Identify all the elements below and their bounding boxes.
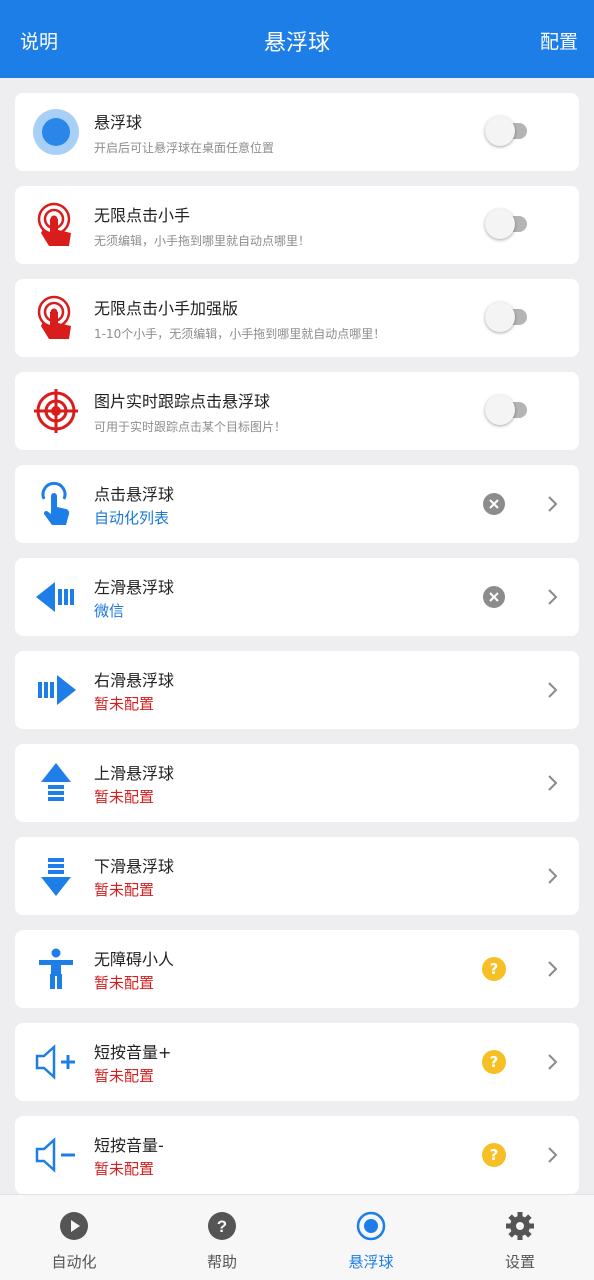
tap-hand-icon xyxy=(33,202,79,248)
chevron-right-icon xyxy=(545,772,559,794)
item-title: 上滑悬浮球 xyxy=(94,764,175,783)
swipe-up-card[interactable]: 上滑悬浮球 暂未配置 xyxy=(15,744,579,822)
question-icon[interactable]: ? xyxy=(482,1050,506,1074)
config-button[interactable]: 配置 xyxy=(540,27,578,54)
item-title: 短按音量+ xyxy=(94,1043,172,1062)
image-tracking-card[interactable]: 图片实时跟踪点击悬浮球 可用于实时跟踪点击某个目标图片！ xyxy=(15,372,579,450)
tab-floating-ball[interactable]: 悬浮球 xyxy=(297,1195,445,1280)
item-title: 无限点击小手 xyxy=(94,206,191,225)
item-subtitle: 无须编辑，小手拖到哪里就自动点哪里！ xyxy=(94,234,311,248)
item-title: 图片实时跟踪点击悬浮球 xyxy=(94,392,271,411)
tap-hand-card[interactable]: 无限点击小手 无须编辑，小手拖到哪里就自动点哪里！ xyxy=(15,186,579,264)
swipe-right-card[interactable]: 右滑悬浮球 暂未配置 xyxy=(15,651,579,729)
item-subtitle: 微信 xyxy=(94,602,125,620)
item-title: 无限点击小手加强版 xyxy=(94,299,239,318)
item-subtitle: 暂未配置 xyxy=(94,1160,155,1178)
tap-ball-card[interactable]: 点击悬浮球 自动化列表 xyxy=(15,465,579,543)
tap-hand-toggle[interactable] xyxy=(485,209,529,239)
arrow-right-icon xyxy=(33,667,79,713)
settings-list: 悬浮球 开启后可让悬浮球在桌面任意位置 无限点击小手 无须编辑，小手拖到哪里就自… xyxy=(15,93,579,1209)
item-title: 右滑悬浮球 xyxy=(94,671,175,690)
question-icon[interactable]: ? xyxy=(482,957,506,981)
tab-label: 设置 xyxy=(504,1253,535,1271)
tab-label: 自动化 xyxy=(51,1253,97,1271)
chevron-right-icon xyxy=(545,586,559,608)
page-title: 悬浮球 xyxy=(263,31,330,56)
item-subtitle: 暂未配置 xyxy=(94,788,155,806)
floating-ball-icon xyxy=(33,109,79,155)
arrow-down-icon xyxy=(33,853,79,899)
item-subtitle: 开启后可让悬浮球在桌面任意位置 xyxy=(94,141,275,155)
clear-icon[interactable] xyxy=(483,586,505,608)
chevron-right-icon xyxy=(545,1051,559,1073)
item-title: 无障碍小人 xyxy=(94,950,175,969)
help-icon: ? xyxy=(207,1211,237,1241)
item-subtitle: 可用于实时跟踪点击某个目标图片！ xyxy=(94,420,287,434)
tap-hand-plus-toggle[interactable] xyxy=(485,302,529,332)
item-subtitle: 暂未配置 xyxy=(94,1067,155,1085)
item-title: 短按音量- xyxy=(94,1136,164,1155)
accessibility-person-icon xyxy=(33,946,79,992)
tap-hand-plus-icon xyxy=(33,295,79,341)
item-subtitle: 暂未配置 xyxy=(94,881,155,899)
arrow-left-icon xyxy=(33,574,79,620)
target-icon xyxy=(33,388,79,434)
floating-ball-card[interactable]: 悬浮球 开启后可让悬浮球在桌面任意位置 xyxy=(15,93,579,171)
tab-label: 帮助 xyxy=(206,1253,237,1271)
chevron-right-icon xyxy=(545,1144,559,1166)
image-tracking-toggle[interactable] xyxy=(485,395,529,425)
tab-settings[interactable]: 设置 xyxy=(446,1195,594,1280)
volume-up-icon xyxy=(33,1039,79,1085)
volume-down-card[interactable]: 短按音量- 暂未配置 ? xyxy=(15,1116,579,1194)
item-subtitle: 1-10个小手，无须编辑，小手拖到哪里就自动点哪里！ xyxy=(94,327,386,341)
tab-label: 悬浮球 xyxy=(348,1253,394,1271)
pointer-hand-icon xyxy=(33,481,79,527)
swipe-down-card[interactable]: 下滑悬浮球 暂未配置 xyxy=(15,837,579,915)
chevron-right-icon xyxy=(545,493,559,515)
item-subtitle: 暂未配置 xyxy=(94,695,155,713)
item-subtitle: 自动化列表 xyxy=(94,509,170,527)
top-app-bar: 说明 悬浮球 配置 xyxy=(0,0,594,78)
play-icon xyxy=(59,1211,89,1241)
item-subtitle: 暂未配置 xyxy=(94,974,155,992)
item-title: 左滑悬浮球 xyxy=(94,578,175,597)
chevron-right-icon xyxy=(545,958,559,980)
tap-hand-plus-card[interactable]: 无限点击小手加强版 1-10个小手，无须编辑，小手拖到哪里就自动点哪里！ xyxy=(15,279,579,357)
clear-icon[interactable] xyxy=(483,493,505,515)
item-title: 悬浮球 xyxy=(94,113,143,132)
accessibility-person-card[interactable]: 无障碍小人 暂未配置 ? xyxy=(15,930,579,1008)
chevron-right-icon xyxy=(545,679,559,701)
floating-ball-toggle[interactable] xyxy=(485,116,529,146)
volume-up-card[interactable]: 短按音量+ 暂未配置 ? xyxy=(15,1023,579,1101)
tab-automation[interactable]: 自动化 xyxy=(0,1195,148,1280)
question-icon[interactable]: ? xyxy=(482,1143,506,1167)
arrow-up-icon xyxy=(33,760,79,806)
gear-icon xyxy=(505,1211,535,1241)
floating-ball-tab-icon xyxy=(356,1211,386,1241)
tab-help[interactable]: ? 帮助 xyxy=(148,1195,296,1280)
chevron-right-icon xyxy=(545,865,559,887)
svg-text:?: ? xyxy=(217,1217,227,1236)
bottom-tab-bar: 自动化 ? 帮助 悬浮球 设置 xyxy=(0,1194,594,1280)
item-title: 点击悬浮球 xyxy=(94,485,175,504)
volume-down-icon xyxy=(33,1132,79,1178)
swipe-left-card[interactable]: 左滑悬浮球 微信 xyxy=(15,558,579,636)
item-title: 下滑悬浮球 xyxy=(94,857,175,876)
